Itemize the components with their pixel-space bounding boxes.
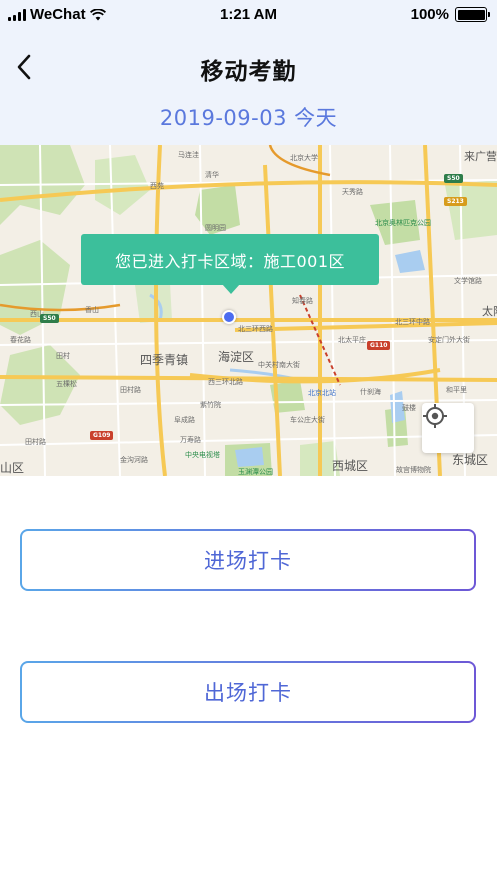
district-label: 东城区 bbox=[452, 453, 489, 467]
punch-zone-tooltip: 您已进入打卡区域：施工001区 bbox=[81, 234, 379, 294]
map-label: 车公庄大街 bbox=[290, 416, 325, 424]
road-shield: S50 bbox=[40, 314, 59, 323]
map-label: 和平里 bbox=[446, 386, 467, 394]
map-label: 北三环西路 bbox=[238, 325, 273, 333]
status-right: 100% bbox=[410, 6, 490, 23]
map-label: 北太平庄 bbox=[338, 336, 366, 344]
check-in-button[interactable]: 进场打卡 bbox=[20, 529, 476, 591]
current-location-marker bbox=[222, 310, 236, 324]
map-label: 北京北站 bbox=[308, 389, 336, 397]
district-label: 西城区 bbox=[332, 459, 369, 473]
map-label: 鼓楼 bbox=[402, 404, 416, 412]
map-label: 中关村南大街 bbox=[258, 361, 300, 369]
map-label: 圆明园 bbox=[205, 224, 226, 232]
battery-percent: 100% bbox=[410, 6, 449, 23]
map-label: 西三环北路 bbox=[208, 378, 243, 386]
map-label: 田村路 bbox=[120, 386, 141, 394]
map-label: 北三环中路 bbox=[395, 318, 430, 326]
road-shield: G110 bbox=[367, 341, 391, 350]
map-label: 文学馆路 bbox=[454, 277, 482, 285]
map-label: 春花路 bbox=[10, 336, 31, 344]
map-label: 清华 bbox=[205, 171, 219, 179]
battery-fill bbox=[457, 9, 485, 20]
district-label: 山区 bbox=[0, 461, 25, 475]
map-label: 西苑 bbox=[150, 182, 164, 190]
check-out-label: 出场打卡 bbox=[22, 663, 474, 721]
map-label: 五棵松 bbox=[56, 380, 77, 388]
map-label: 阜成路 bbox=[174, 416, 195, 424]
check-out-button[interactable]: 出场打卡 bbox=[20, 661, 476, 723]
road-shield: G109 bbox=[90, 431, 114, 440]
map-label: 天秀路 bbox=[342, 188, 363, 196]
district-label: 海淀区 bbox=[218, 350, 255, 364]
map-label: 玉渊潭公园 bbox=[238, 468, 273, 476]
map-label: 田村路 bbox=[25, 438, 46, 446]
map-label: 故宫博物院 bbox=[396, 466, 431, 474]
battery-icon bbox=[455, 7, 490, 22]
road-shield: S213 bbox=[444, 197, 467, 206]
map-view[interactable]: 马连洼 西苑 清华 圆明园 北京大学 天秀路 来广营 文学馆路 太阳 知春路 北… bbox=[0, 145, 497, 476]
map-label: 金沟河路 bbox=[120, 456, 148, 464]
map-label: 来广营 bbox=[464, 150, 497, 163]
map-label: 北京大学 bbox=[290, 154, 318, 162]
map-label: 香山 bbox=[85, 306, 99, 314]
map-label: 知春路 bbox=[292, 297, 313, 305]
map-label: 中央电视塔 bbox=[185, 451, 220, 459]
page-header: 移动考勤 2019-09-03 今天 bbox=[0, 30, 497, 145]
status-bar: WeChat 1:21 AM 100% bbox=[0, 0, 497, 30]
map-label: 太阳 bbox=[482, 305, 497, 318]
page-title: 移动考勤 bbox=[200, 59, 297, 85]
map-label: 马连洼 bbox=[178, 151, 199, 159]
date-label[interactable]: 2019-09-03 今天 bbox=[0, 102, 497, 132]
map-label: 田村 bbox=[56, 352, 70, 360]
map-label: 安定门外大街 bbox=[428, 336, 470, 344]
locate-button[interactable] bbox=[422, 403, 474, 453]
map-label: 北京奥林匹克公园 bbox=[375, 219, 431, 227]
check-in-label: 进场打卡 bbox=[22, 531, 474, 589]
road-shield: S50 bbox=[444, 174, 463, 183]
map-label: 紫竹院 bbox=[200, 401, 221, 409]
crosshair-icon bbox=[423, 404, 447, 428]
map-label: 万寿路 bbox=[180, 436, 201, 444]
district-label: 四季青镇 bbox=[140, 353, 189, 367]
map-label: 什刹海 bbox=[360, 388, 381, 396]
